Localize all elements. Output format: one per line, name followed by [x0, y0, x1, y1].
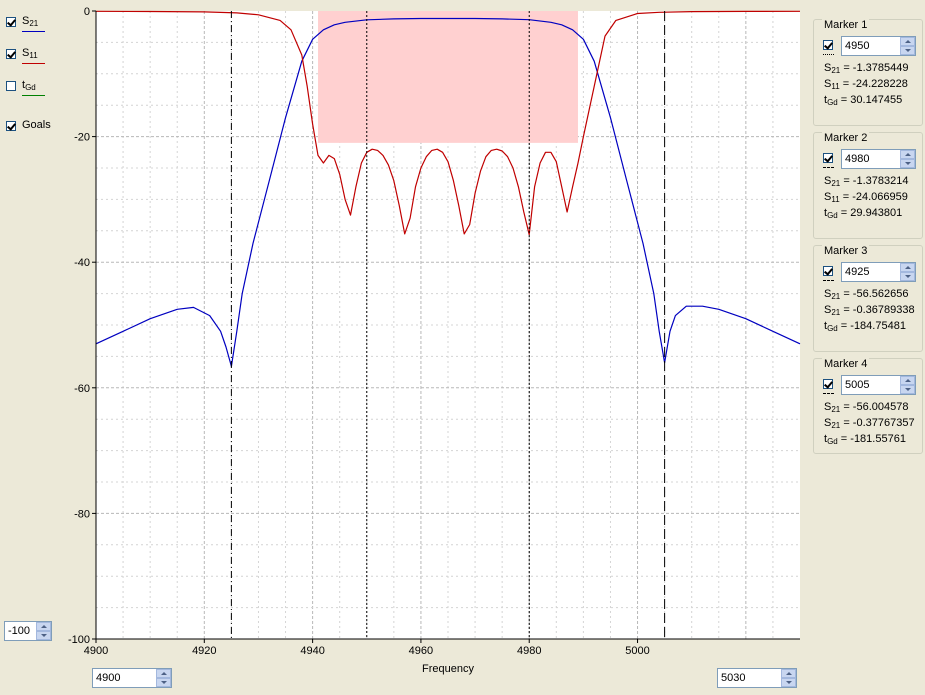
y-tick-label: -40 [74, 257, 90, 269]
marker-freq-value[interactable]: 4925 [845, 266, 869, 278]
y-min-up-button[interactable] [36, 622, 51, 631]
x-axis-label: Frequency [422, 663, 474, 675]
marker-panel-3: Marker 3 4925 S21 = -56.562656 S21 = -0.… [813, 245, 923, 352]
marker-freq-down-button[interactable] [900, 385, 915, 394]
x-max-down-button[interactable] [781, 678, 796, 687]
marker-freq-value[interactable]: 4980 [845, 153, 869, 165]
x-max-up-button[interactable] [781, 669, 796, 678]
marker-value-line: tGd = 30.147455 [824, 94, 903, 107]
marker-value-line: tGd = 29.943801 [824, 207, 903, 220]
marker-value-line: S21 = -0.36789338 [824, 304, 915, 317]
marker-freq-up-button[interactable] [900, 376, 915, 385]
marker-checkbox[interactable] [823, 153, 833, 163]
y-min-down-button[interactable] [36, 631, 51, 640]
marker-value-line: S11 = -24.066959 [824, 191, 908, 204]
x-tick-label: 4920 [192, 645, 216, 657]
marker-value-line: tGd = -181.55761 [824, 433, 906, 446]
marker-freq-down-button[interactable] [900, 46, 915, 55]
marker-freq-up-button[interactable] [900, 150, 915, 159]
marker-title: Marker 4 [822, 358, 870, 370]
marker-freq-down-button[interactable] [900, 159, 915, 168]
marker-value-line: S11 = -24.228228 [824, 78, 908, 91]
marker-panel-1: Marker 1 4950 S21 = -1.3785449 S11 = -24… [813, 19, 923, 126]
marker-freq-spinner[interactable]: 4950 [841, 36, 916, 56]
y-tick-label: -60 [74, 383, 90, 395]
marker-checkbox[interactable] [823, 40, 833, 50]
y-tick-label: -100 [68, 634, 90, 646]
marker-line-style [823, 167, 834, 168]
marker-value-line: tGd = -184.75481 [824, 320, 906, 333]
y-min-value[interactable]: -100 [8, 625, 30, 637]
goal-region-group [318, 11, 578, 143]
y-tick-label: 0 [84, 6, 90, 18]
y-min-spinner[interactable]: -100 [4, 621, 52, 641]
x-tick-label: 4940 [300, 645, 324, 657]
marker-freq-spinner[interactable]: 5005 [841, 375, 916, 395]
marker-value-line: S21 = -1.3783214 [824, 175, 909, 188]
x-min-spinner[interactable]: 4900 [92, 668, 172, 688]
marker-value-line: S21 = -1.3785449 [824, 62, 909, 75]
marker-title: Marker 1 [822, 19, 870, 31]
x-min-value[interactable]: 4900 [96, 672, 120, 684]
x-max-value[interactable]: 5030 [721, 672, 745, 684]
x-tick-label: 4960 [409, 645, 433, 657]
y-tick-label: -80 [74, 508, 90, 520]
marker-checkbox[interactable] [823, 266, 833, 276]
marker-freq-value[interactable]: 5005 [845, 379, 869, 391]
marker-freq-value[interactable]: 4950 [845, 40, 869, 52]
y-tick-label: -20 [74, 132, 90, 144]
marker-panel-4: Marker 4 5005 S21 = -56.004578 S21 = -0.… [813, 358, 923, 454]
marker-value-line: S21 = -56.004578 [824, 401, 909, 414]
marker-title: Marker 2 [822, 132, 870, 144]
marker-value-line: S21 = -0.37767357 [824, 417, 915, 430]
marker-freq-up-button[interactable] [900, 37, 915, 46]
marker-line-style [823, 280, 834, 281]
marker-line-style [823, 54, 834, 55]
x-tick-label: 5000 [625, 645, 649, 657]
chart-plot[interactable]: 4900 4920 4940 4960 4980 5000 0 -20 -40 -60 -80 -10… [0, 0, 925, 695]
goal-region [318, 11, 578, 143]
x-tick-label: 4980 [517, 645, 541, 657]
marker-freq-down-button[interactable] [900, 272, 915, 281]
marker-title: Marker 3 [822, 245, 870, 257]
marker-value-line: S21 = -56.562656 [824, 288, 909, 301]
marker-freq-up-button[interactable] [900, 263, 915, 272]
marker-freq-spinner[interactable]: 4980 [841, 149, 916, 169]
x-tick-label: 4900 [84, 645, 108, 657]
marker-freq-spinner[interactable]: 4925 [841, 262, 916, 282]
x-min-down-button[interactable] [156, 678, 171, 687]
x-min-up-button[interactable] [156, 669, 171, 678]
marker-panel-2: Marker 2 4980 S21 = -1.3783214 S11 = -24… [813, 132, 923, 239]
marker-checkbox[interactable] [823, 379, 833, 389]
x-max-spinner[interactable]: 5030 [717, 668, 797, 688]
marker-line-style [823, 393, 834, 394]
